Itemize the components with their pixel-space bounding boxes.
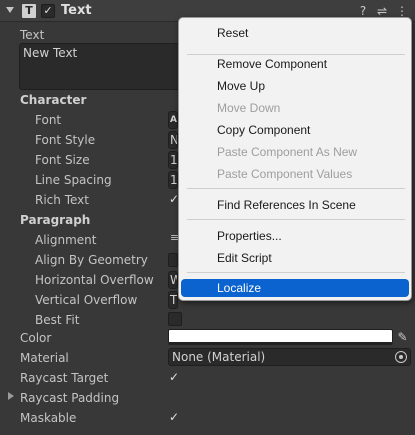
- menu-item-localize[interactable]: Localize: [181, 279, 409, 297]
- character-heading: Character: [20, 93, 87, 107]
- menu-item-reset[interactable]: Reset: [181, 23, 409, 43]
- font-field[interactable]: A: [168, 111, 178, 129]
- font-label: Font: [35, 113, 62, 127]
- line-spacing-label: Line Spacing: [35, 173, 112, 187]
- menu-item-remove-component[interactable]: Remove Component: [181, 54, 409, 74]
- material-label: Material: [20, 351, 69, 365]
- foldout-arrow-icon[interactable]: [6, 7, 14, 13]
- menu-item-find-references[interactable]: Find References In Scene: [181, 195, 409, 215]
- alignment-label: Alignment: [35, 233, 97, 247]
- menu-item-move-up[interactable]: Move Up: [181, 76, 409, 96]
- vertical-overflow-dropdown[interactable]: T: [168, 291, 178, 309]
- eyedropper-icon[interactable]: ✎: [394, 329, 411, 345]
- vertical-overflow-label: Vertical Overflow: [35, 293, 138, 307]
- maskable-label: Maskable: [20, 411, 77, 425]
- text-label: Text: [20, 28, 45, 42]
- font-size-label: Font Size: [35, 153, 90, 167]
- raycast-target-checkbox[interactable]: ✓: [169, 370, 179, 384]
- maskable-checkbox[interactable]: ✓: [169, 410, 179, 424]
- menu-item-copy-component[interactable]: Copy Component: [181, 120, 409, 140]
- font-size-field[interactable]: 1: [168, 151, 178, 169]
- menu-item-move-down: Move Down: [217, 101, 281, 115]
- component-enabled-checkbox[interactable]: ✓: [41, 4, 55, 18]
- object-picker-icon[interactable]: [395, 351, 407, 363]
- menu-item-edit-script[interactable]: Edit Script: [181, 248, 409, 268]
- menu-separator: [187, 272, 405, 273]
- rich-text-label: Rich Text: [35, 193, 89, 207]
- paragraph-heading: Paragraph: [20, 213, 91, 227]
- horizontal-overflow-label: Horizontal Overflow: [35, 273, 154, 287]
- color-swatch[interactable]: [168, 329, 393, 345]
- material-field[interactable]: None (Material): [168, 348, 411, 366]
- best-fit-checkbox[interactable]: [168, 312, 182, 326]
- component-title: Text: [61, 3, 92, 18]
- font-style-label: Font Style: [35, 133, 96, 147]
- raycast-target-label: Raycast Target: [20, 371, 109, 385]
- line-spacing-field[interactable]: 1: [168, 171, 178, 189]
- menu-item-paste-as-new: Paste Component As New: [217, 145, 358, 159]
- menu-item-paste-values: Paste Component Values: [217, 167, 353, 181]
- align-by-geometry-checkbox[interactable]: [168, 253, 178, 267]
- raycast-padding-label[interactable]: Raycast Padding: [20, 391, 119, 405]
- horizontal-overflow-dropdown[interactable]: W: [168, 271, 178, 289]
- text-component-icon: T: [22, 4, 36, 18]
- context-menu: Reset Remove Component Move Up Move Down…: [178, 17, 412, 301]
- font-style-dropdown[interactable]: N: [168, 131, 178, 149]
- raycast-padding-foldout-icon[interactable]: [8, 392, 14, 400]
- material-value: None (Material): [172, 350, 266, 364]
- align-by-geometry-label: Align By Geometry: [35, 253, 148, 267]
- menu-item-properties[interactable]: Properties...: [181, 226, 409, 246]
- menu-separator: [187, 219, 405, 220]
- color-label: Color: [20, 331, 52, 345]
- best-fit-label: Best Fit: [35, 313, 80, 327]
- menu-separator: [187, 188, 405, 189]
